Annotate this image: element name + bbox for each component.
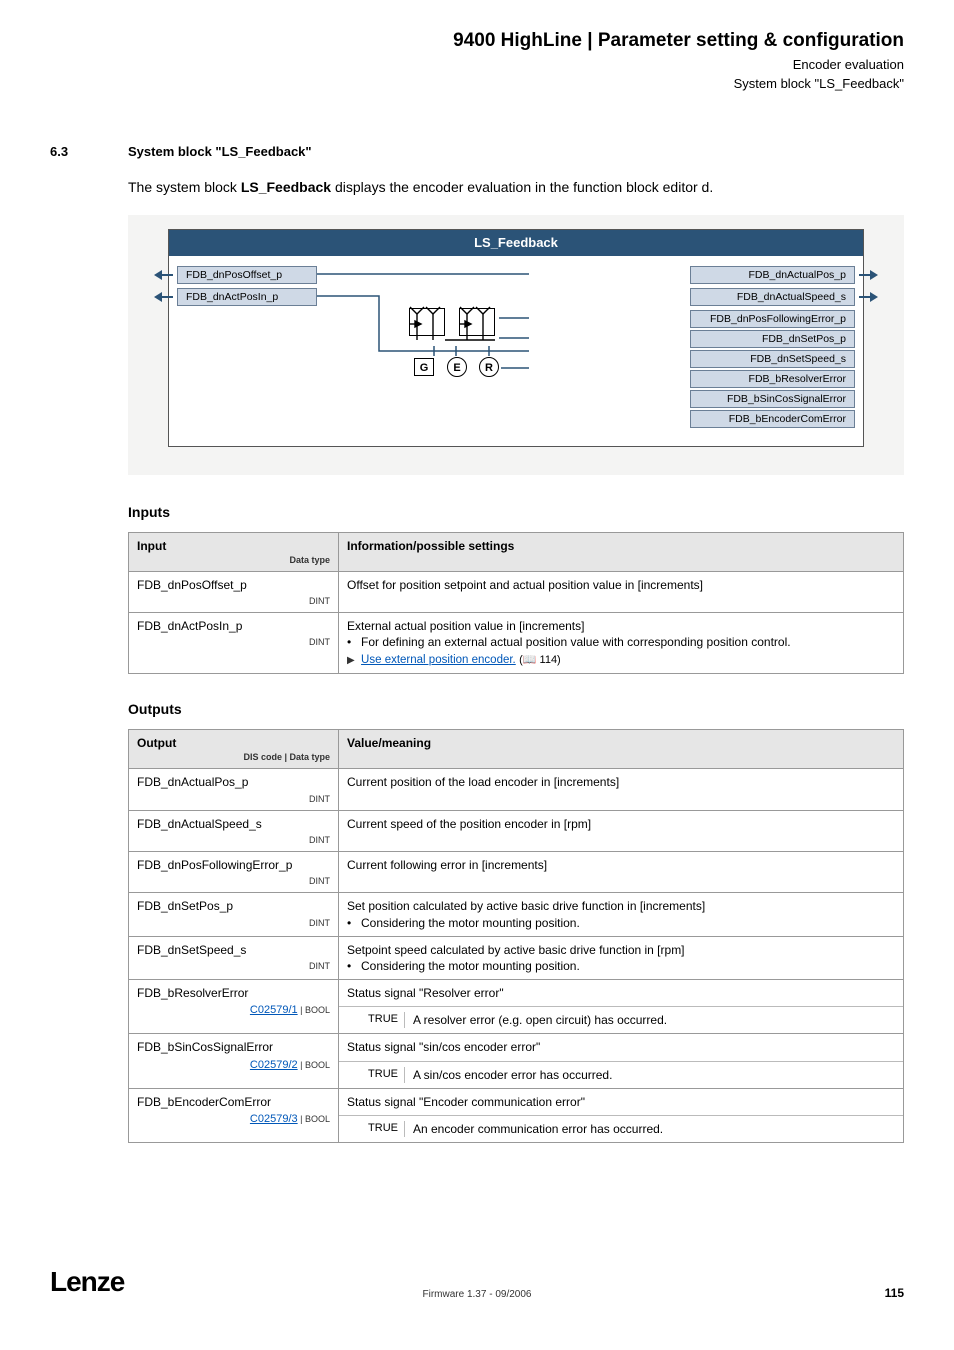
table-row: FDB_dnPosOffset_p DINT Offset for positi…: [129, 571, 904, 612]
input-info-bullet: For defining an external actual position…: [361, 634, 791, 650]
outputs-th-output-label: Output: [137, 735, 330, 751]
output-dtype: C02579/3 | BOOL: [137, 1112, 330, 1127]
input-info: Offset for position setpoint and actual …: [339, 571, 904, 612]
table-row: FDB_dnActPosIn_p DINT External actual po…: [129, 613, 904, 674]
input-name: FDB_dnPosOffset_p: [137, 577, 330, 593]
output-name: FDB_bEncoderComError: [137, 1094, 330, 1110]
output-val-bullet: Considering the motor mounting position.: [361, 915, 580, 931]
block-diagram-body: FDB_dnPosOffset_p FDB_dnActPosIn_p FDB_d…: [169, 256, 863, 446]
header-subtitle-2: System block "LS_Feedback": [50, 75, 904, 93]
output-val: Current position of the load encoder in …: [339, 769, 904, 810]
page-title: 9400 HighLine | Parameter setting & conf…: [50, 28, 904, 54]
output-name: FDB_dnPosFollowingError_p: [137, 857, 330, 873]
input-info-line1: External actual position value in [incre…: [347, 618, 895, 634]
output-val: Setpoint speed calculated by active basi…: [339, 936, 904, 979]
section-heading-row: 6.3 System block "LS_Feedback": [50, 143, 904, 161]
output-dtype-val: BOOL: [305, 1060, 330, 1070]
input-name: FDB_dnActPosIn_p: [137, 618, 330, 634]
table-row: FDB_bResolverError C02579/1 | BOOL Statu…: [129, 980, 904, 1034]
inputs-heading: Inputs: [128, 503, 904, 522]
inputs-table: Input Data type Information/possible set…: [128, 532, 904, 675]
input-dtype: DINT: [137, 595, 330, 607]
output-dtype: C02579/1 | BOOL: [137, 1003, 330, 1018]
input-info: External actual position value in [incre…: [339, 613, 904, 674]
true-label: TRUE: [347, 1067, 405, 1083]
page-footer: Lenze Firmware 1.37 - 09/2006 115: [50, 1263, 904, 1301]
output-name: FDB_dnActualSpeed_s: [137, 816, 330, 832]
outputs-th-dis: DIS code | Data type: [137, 751, 330, 763]
block-diagram-container: LS_Feedback FDB_dnPosOffset_p FDB_dnActP…: [128, 215, 904, 475]
bullet-icon: •: [347, 958, 361, 974]
output-val-line: Setpoint speed calculated by active basi…: [347, 942, 895, 958]
block-diagram-frame: LS_Feedback FDB_dnPosOffset_p FDB_dnActP…: [168, 229, 864, 447]
section-heading: System block "LS_Feedback": [128, 143, 312, 161]
inputs-th-info: Information/possible settings: [339, 532, 904, 571]
external-encoder-link[interactable]: Use external position encoder.: [361, 654, 516, 666]
section-number: 6.3: [50, 143, 128, 161]
intro-paragraph: The system block LS_Feedback displays th…: [128, 178, 904, 197]
header-subtitle-1: Encoder evaluation: [50, 56, 904, 74]
output-dtype: C02579/2 | BOOL: [137, 1058, 330, 1073]
output-dtype: DINT: [137, 875, 330, 887]
true-text: An encoder communication error has occur…: [405, 1121, 895, 1137]
inputs-th-datatype: Data type: [137, 554, 330, 566]
triangle-icon: ▶: [347, 655, 355, 666]
outputs-table: Output DIS code | Data type Value/meanin…: [128, 729, 904, 1143]
table-row: FDB_bEncoderComError C02579/3 | BOOL Sta…: [129, 1088, 904, 1142]
output-dtype-val: BOOL: [305, 1005, 330, 1015]
bullet-icon: •: [347, 634, 361, 650]
bullet-icon: •: [347, 915, 361, 931]
output-val: Set position calculated by active basic …: [339, 893, 904, 936]
true-label: TRUE: [347, 1012, 405, 1028]
table-row: FDB_dnSetPos_p DINT Set position calculat…: [129, 893, 904, 936]
output-val-line: Set position calculated by active basic …: [347, 898, 895, 914]
dis-code-link[interactable]: C02579/3: [250, 1113, 298, 1125]
true-text: A sin/cos encoder error has occurred.: [405, 1067, 895, 1083]
output-val: Current speed of the position encoder in…: [339, 810, 904, 851]
block-diagram-title: LS_Feedback: [169, 230, 863, 256]
inputs-th-input-label: Input: [137, 538, 330, 554]
intro-bold: LS_Feedback: [241, 179, 331, 195]
output-dtype: DINT: [137, 834, 330, 846]
table-row: FDB_dnActualPos_p DINT Current position o…: [129, 769, 904, 810]
status-signal: Status signal "Encoder communication err…: [339, 1089, 903, 1116]
true-text: A resolver error (e.g. open circuit) has…: [405, 1012, 895, 1028]
table-row: FDB_bSinCosSignalError C02579/2 | BOOL S…: [129, 1034, 904, 1088]
dis-code-link[interactable]: C02579/2: [250, 1059, 298, 1071]
output-val-bullet: Considering the motor mounting position.: [361, 958, 580, 974]
output-dtype-val: BOOL: [305, 1114, 330, 1124]
diagram-wires: [169, 256, 863, 446]
output-name: FDB_dnActualPos_p: [137, 774, 330, 790]
output-name: FDB_dnSetSpeed_s: [137, 942, 330, 958]
intro-pre: The system block: [128, 179, 241, 195]
true-label: TRUE: [347, 1121, 405, 1137]
page-ref: (📖 114): [519, 654, 561, 666]
outputs-th-val: Value/meaning: [339, 730, 904, 769]
output-dtype: DINT: [137, 960, 330, 972]
intro-post: displays the encoder evaluation in the f…: [331, 179, 713, 195]
output-name: FDB_bResolverError: [137, 985, 330, 1001]
status-signal: Status signal "Resolver error": [339, 980, 903, 1007]
output-dtype: DINT: [137, 793, 330, 805]
input-dtype: DINT: [137, 636, 330, 648]
outputs-th-output: Output DIS code | Data type: [129, 730, 339, 769]
table-row: FDB_dnActualSpeed_s DINT Current speed of…: [129, 810, 904, 851]
output-name: FDB_bSinCosSignalError: [137, 1039, 330, 1055]
table-row: FDB_dnPosFollowingError_p DINT Current fo…: [129, 852, 904, 893]
footer-center: Firmware 1.37 - 09/2006: [423, 1288, 532, 1302]
footer-page: 115: [885, 1285, 904, 1301]
outputs-heading: Outputs: [128, 700, 904, 719]
output-val: Current following error in [increments]: [339, 852, 904, 893]
output-dtype: DINT: [137, 917, 330, 929]
dis-code-link[interactable]: C02579/1: [250, 1004, 298, 1016]
brand-logo: Lenze: [50, 1263, 124, 1301]
status-signal: Status signal "sin/cos encoder error": [339, 1034, 903, 1061]
inputs-th-input: Input Data type: [129, 532, 339, 571]
output-name: FDB_dnSetPos_p: [137, 898, 330, 914]
table-row: FDB_dnSetSpeed_s DINT Setpoint speed calc…: [129, 936, 904, 979]
